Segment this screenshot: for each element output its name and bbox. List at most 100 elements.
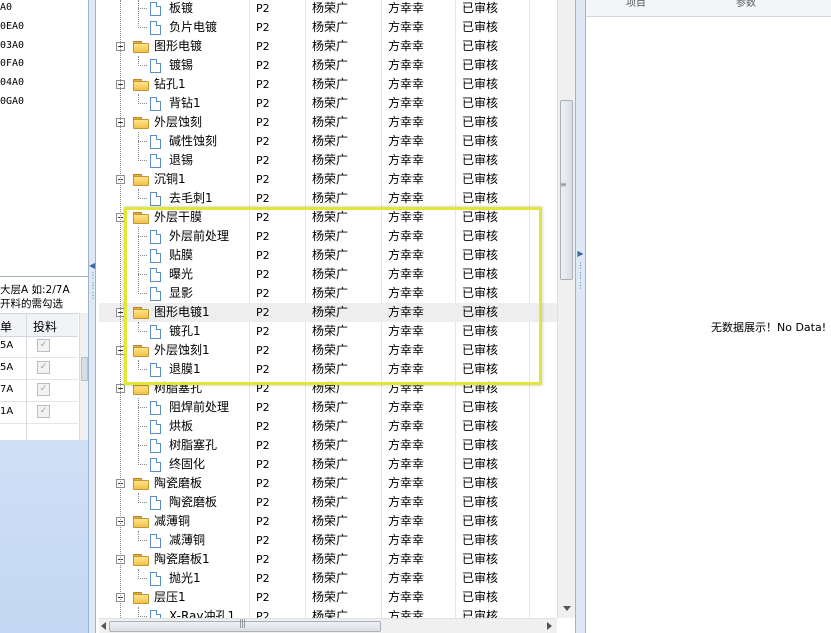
- tree-node[interactable]: 树脂塞孔: [99, 379, 249, 398]
- tree-row[interactable]: 曝光 P2 杨荣广 方幸幸 已审核: [99, 265, 557, 284]
- tree-group-row[interactable]: 陶瓷磨板1 P2 杨荣广 方幸幸 已审核: [99, 550, 557, 569]
- scrollbar-thumb[interactable]: [560, 100, 573, 280]
- code-item[interactable]: 03A0: [0, 37, 24, 56]
- tree-node[interactable]: 外层前处理: [99, 227, 249, 246]
- tree-group-row[interactable]: 图形电镀 P2 杨荣广 方幸幸 已审核: [99, 37, 557, 56]
- tree-group-row[interactable]: 钻孔1 P2 杨荣广 方幸幸 已审核: [99, 75, 557, 94]
- tree-row[interactable]: 板镀 P2 杨荣广 方幸幸 已审核: [99, 0, 557, 18]
- feed-row[interactable]: 5A ✓: [0, 336, 78, 358]
- tree-node[interactable]: 显影: [99, 284, 249, 303]
- tree-node[interactable]: 曝光: [99, 265, 249, 284]
- tree-node[interactable]: 图形电镀: [99, 37, 249, 56]
- feed-checkbox[interactable]: ✓: [37, 339, 50, 352]
- tree-row[interactable]: 贴膜 P2 杨荣广 方幸幸 已审核: [99, 246, 557, 265]
- feed-row[interactable]: 1A ✓: [0, 402, 78, 424]
- tree-row[interactable]: 背钻1 P2 杨荣广 方幸幸 已审核: [99, 94, 557, 113]
- tree-node[interactable]: 外层干膜: [99, 208, 249, 227]
- tree-node[interactable]: 外层蚀刻: [99, 113, 249, 132]
- tree-node[interactable]: 负片电镀: [99, 18, 249, 37]
- tree-group-row[interactable]: 图形电镀1 P2 杨荣广 方幸幸 已审核: [99, 303, 557, 322]
- tree-row[interactable]: 显影 P2 杨荣广 方幸幸 已审核: [99, 284, 557, 303]
- code-item[interactable]: 0EA0: [0, 18, 24, 37]
- right-splitter[interactable]: ▶ ⋮ ⋮ ⋮: [575, 0, 586, 633]
- left-splitter[interactable]: ◀ ⋮ ⋮ ⋮: [88, 0, 97, 633]
- tree-node[interactable]: 贴膜: [99, 246, 249, 265]
- scroll-left-arrow-icon[interactable]: [101, 622, 106, 630]
- tree-node[interactable]: 陶瓷磨板: [99, 474, 249, 493]
- feed-checkbox[interactable]: ✓: [37, 405, 50, 418]
- tree-node[interactable]: 背钻1: [99, 94, 249, 113]
- tree-node[interactable]: 减薄铜: [99, 531, 249, 550]
- tree-node[interactable]: 陶瓷磨板: [99, 493, 249, 512]
- column-header-feed[interactable]: 投料: [33, 318, 57, 335]
- tree-node[interactable]: 碱性蚀刻: [99, 132, 249, 151]
- scroll-down-arrow-icon[interactable]: [563, 606, 571, 611]
- tree-group-row[interactable]: 外层蚀刻 P2 杨荣广 方幸幸 已审核: [99, 113, 557, 132]
- tree-row[interactable]: 陶瓷磨板 P2 杨荣广 方幸幸 已审核: [99, 493, 557, 512]
- tree-node[interactable]: 钻孔1: [99, 75, 249, 94]
- tree-row[interactable]: 减薄铜 P2 杨荣广 方幸幸 已审核: [99, 531, 557, 550]
- tree-node[interactable]: 镀锡: [99, 56, 249, 75]
- tree-group-row[interactable]: 外层蚀刻1 P2 杨荣广 方幸幸 已审核: [99, 341, 557, 360]
- splitter-collapse-icon[interactable]: ▶: [576, 250, 585, 258]
- tree-group-row[interactable]: 沉铜1 P2 杨荣广 方幸幸 已审核: [99, 170, 557, 189]
- status-cell: 已审核: [462, 362, 499, 376]
- tree-row[interactable]: 终固化 P2 杨荣广 方幸幸 已审核: [99, 455, 557, 474]
- tree-row[interactable]: 退锡 P2 杨荣广 方幸幸 已审核: [99, 151, 557, 170]
- tree-row[interactable]: 去毛刺1 P2 杨荣广 方幸幸 已审核: [99, 189, 557, 208]
- tree-node[interactable]: 退锡: [99, 151, 249, 170]
- tree-node[interactable]: 陶瓷磨板1: [99, 550, 249, 569]
- feed-row[interactable]: 5A ✓: [0, 358, 78, 380]
- tree-row[interactable]: 树脂塞孔 P2 杨荣广 方幸幸 已审核: [99, 436, 557, 455]
- column-header-item[interactable]: 项目: [626, 0, 646, 9]
- column-header-param[interactable]: 参数: [736, 0, 756, 9]
- tree-row[interactable]: 镀孔1 P2 杨荣广 方幸幸 已审核: [99, 322, 557, 341]
- creator-cell: 杨荣广: [312, 590, 349, 604]
- tree-row[interactable]: X-Ray冲孔1 P2 杨荣广 方幸幸 已审核: [99, 607, 557, 618]
- tree-node[interactable]: 镀孔1: [99, 322, 249, 341]
- code-item[interactable]: 0GA0: [0, 93, 24, 112]
- feed-checkbox[interactable]: ✓: [37, 383, 50, 396]
- tree-group-row[interactable]: 陶瓷磨板 P2 杨荣广 方幸幸 已审核: [99, 474, 557, 493]
- tree-row[interactable]: 碱性蚀刻 P2 杨荣广 方幸幸 已审核: [99, 132, 557, 151]
- tree-node[interactable]: 烘板: [99, 417, 249, 436]
- tree-node[interactable]: 抛光1: [99, 569, 249, 588]
- feed-grid-scrollbar[interactable]: [79, 313, 88, 441]
- tree-vertical-scrollbar[interactable]: ≡: [557, 0, 575, 618]
- splitter-collapse-icon[interactable]: ◀: [89, 262, 95, 270]
- feed-checkbox[interactable]: ✓: [37, 361, 50, 374]
- scrollbar-thumb[interactable]: [81, 357, 88, 381]
- tree-node[interactable]: 外层蚀刻1: [99, 341, 249, 360]
- tree-node[interactable]: 图形电镀1: [99, 303, 249, 322]
- code-item[interactable]: 0FA0: [0, 55, 24, 74]
- tree-node[interactable]: 沉铜1: [99, 170, 249, 189]
- tree-group-row[interactable]: 外层干膜 P2 杨荣广 方幸幸 已审核: [99, 208, 557, 227]
- tree-group-row[interactable]: 树脂塞孔 P2 杨荣广 方幸幸 已审核: [99, 379, 557, 398]
- scroll-right-arrow-icon[interactable]: [547, 622, 552, 630]
- tree-node[interactable]: 层压1: [99, 588, 249, 607]
- tree-row[interactable]: 负片电镀 P2 杨荣广 方幸幸 已审核: [99, 18, 557, 37]
- tree-node[interactable]: 终固化: [99, 455, 249, 474]
- code-item[interactable]: A0: [0, 0, 24, 18]
- tree-node[interactable]: 退膜1: [99, 360, 249, 379]
- tree-node[interactable]: 减薄铜: [99, 512, 249, 531]
- tree-row[interactable]: 外层前处理 P2 杨荣广 方幸幸 已审核: [99, 227, 557, 246]
- tree-node[interactable]: 板镀: [99, 0, 249, 18]
- tree-horizontal-scrollbar[interactable]: |||: [99, 618, 557, 633]
- tree-node[interactable]: 阻焊前处理: [99, 398, 249, 417]
- tree-group-row[interactable]: 层压1 P2 杨荣广 方幸幸 已审核: [99, 588, 557, 607]
- tree-row[interactable]: 退膜1 P2 杨荣广 方幸幸 已审核: [99, 360, 557, 379]
- code-item[interactable]: 04A0: [0, 74, 24, 93]
- document-icon: [150, 610, 161, 618]
- tree-row[interactable]: 阻焊前处理 P2 杨荣广 方幸幸 已审核: [99, 398, 557, 417]
- tree-row[interactable]: 烘板 P2 杨荣广 方幸幸 已审核: [99, 417, 557, 436]
- tree-node[interactable]: 去毛刺1: [99, 189, 249, 208]
- tree-node[interactable]: X-Ray冲孔1: [99, 607, 249, 618]
- creator-cell: 杨荣广: [312, 267, 349, 281]
- tree-row[interactable]: 抛光1 P2 杨荣广 方幸幸 已审核: [99, 569, 557, 588]
- feed-row[interactable]: 7A ✓: [0, 380, 78, 402]
- column-header-order[interactable]: 单: [0, 318, 12, 335]
- tree-group-row[interactable]: 减薄铜 P2 杨荣广 方幸幸 已审核: [99, 512, 557, 531]
- tree-node[interactable]: 树脂塞孔: [99, 436, 249, 455]
- tree-row[interactable]: 镀锡 P2 杨荣广 方幸幸 已审核: [99, 56, 557, 75]
